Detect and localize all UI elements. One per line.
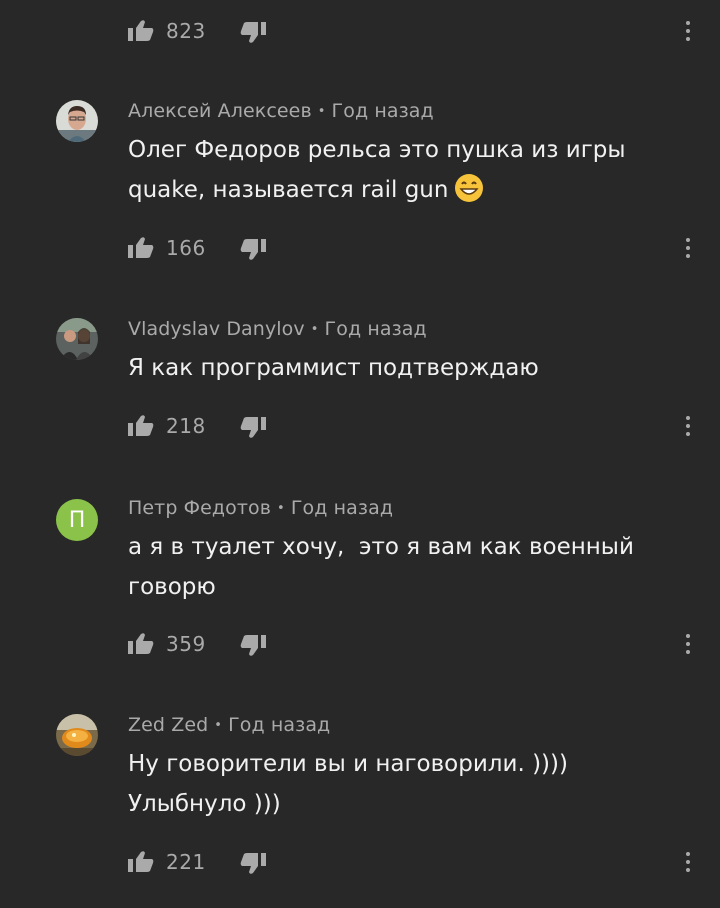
comment-actions: 823 [0, 11, 720, 51]
comment-text-line: Я как программист подтверждаю [128, 355, 539, 381]
avatar[interactable] [56, 714, 98, 756]
vertical-dots-icon [686, 21, 690, 25]
comment-meta: Zed Zed • Год назад [128, 714, 330, 736]
vertical-dots-icon [686, 634, 690, 638]
meta-separator: • [310, 322, 319, 337]
comment-text: Я как программист подтверждаю [128, 348, 668, 388]
timestamp: Год назад [324, 318, 427, 340]
like-count: 359 [166, 632, 206, 656]
dislike-button[interactable] [240, 851, 266, 875]
timestamp: Год назад [290, 497, 394, 519]
more-options-button[interactable] [680, 846, 696, 878]
like-button[interactable]: 221 [128, 850, 206, 874]
comment-meta: Петр Федотов • Год назад [128, 497, 393, 519]
thumbs-up-icon [128, 851, 154, 872]
meta-separator: • [277, 501, 285, 516]
comment-actions: 359 [0, 624, 720, 664]
like-count: 221 [166, 850, 206, 874]
thumbs-up-icon [128, 237, 154, 258]
timestamp: Год назад [331, 100, 434, 122]
comment-text: а я в туалет хочу, это я вам как военный… [128, 527, 668, 607]
thumbs-up-icon [128, 633, 154, 654]
dislike-button[interactable] [240, 415, 266, 439]
like-count: 823 [166, 19, 206, 43]
like-button[interactable]: 823 [128, 19, 206, 43]
avatar[interactable]: П [56, 499, 98, 541]
comment-text-line: Улыбнуло ))) [128, 791, 281, 817]
comment-meta: Алексей Алексеев • Год назад [128, 100, 434, 122]
comment-text-line: говорю [128, 574, 216, 600]
comment-actions: 166 [0, 228, 720, 268]
comment-text-line: а я в туалет хочу, это я вам как военный [128, 534, 634, 560]
like-count: 218 [166, 414, 206, 438]
comment-text-line: quake, называется rail gun [128, 170, 668, 210]
comment-actions: 218 [0, 406, 720, 446]
comment-actions: 221 [0, 842, 720, 882]
author-name[interactable]: Vladyslav Danylov [128, 318, 305, 340]
author-name[interactable]: Алексей Алексеев [128, 100, 312, 122]
grinning-face-emoji-icon [455, 174, 484, 202]
more-options-button[interactable] [680, 232, 696, 264]
dislike-button[interactable] [240, 633, 266, 657]
timestamp: Год назад [228, 714, 331, 736]
comment-text: Ну говорители вы и наговорили. )))) Улыб… [128, 744, 668, 824]
like-button[interactable]: 218 [128, 414, 206, 438]
vertical-dots-icon [686, 238, 690, 242]
thumbs-down-icon [240, 417, 266, 438]
meta-separator: • [317, 104, 326, 119]
vertical-dots-icon [686, 416, 690, 420]
more-options-button[interactable] [680, 15, 696, 47]
like-button[interactable]: 166 [128, 236, 206, 260]
more-options-button[interactable] [680, 410, 696, 442]
thumbs-up-icon [128, 415, 154, 436]
thumbs-down-icon [240, 635, 266, 656]
comment-text-line: Ну говорители вы и наговорили. )))) [128, 751, 568, 777]
avatar[interactable] [56, 318, 98, 360]
dislike-button[interactable] [240, 237, 266, 261]
comment-text-line: Олег Федоров рельса это пушка из игры [128, 137, 626, 163]
avatar[interactable] [56, 100, 98, 142]
dislike-button[interactable] [240, 20, 266, 44]
vertical-dots-icon [686, 852, 690, 856]
thumbs-up-icon [128, 20, 154, 41]
more-options-button[interactable] [680, 628, 696, 660]
comment-text: Олег Федоров рельса это пушка из игры qu… [128, 130, 668, 210]
avatar-letter: П [68, 507, 86, 533]
thumbs-down-icon [240, 853, 266, 874]
like-button[interactable]: 359 [128, 632, 206, 656]
thumbs-down-icon [240, 239, 266, 260]
author-name[interactable]: Zed Zed [128, 714, 208, 736]
comment-meta: Vladyslav Danylov • Год назад [128, 318, 427, 340]
author-name[interactable]: Петр Федотов [128, 497, 271, 519]
like-count: 166 [166, 236, 206, 260]
thumbs-down-icon [240, 22, 266, 43]
meta-separator: • [214, 718, 223, 733]
